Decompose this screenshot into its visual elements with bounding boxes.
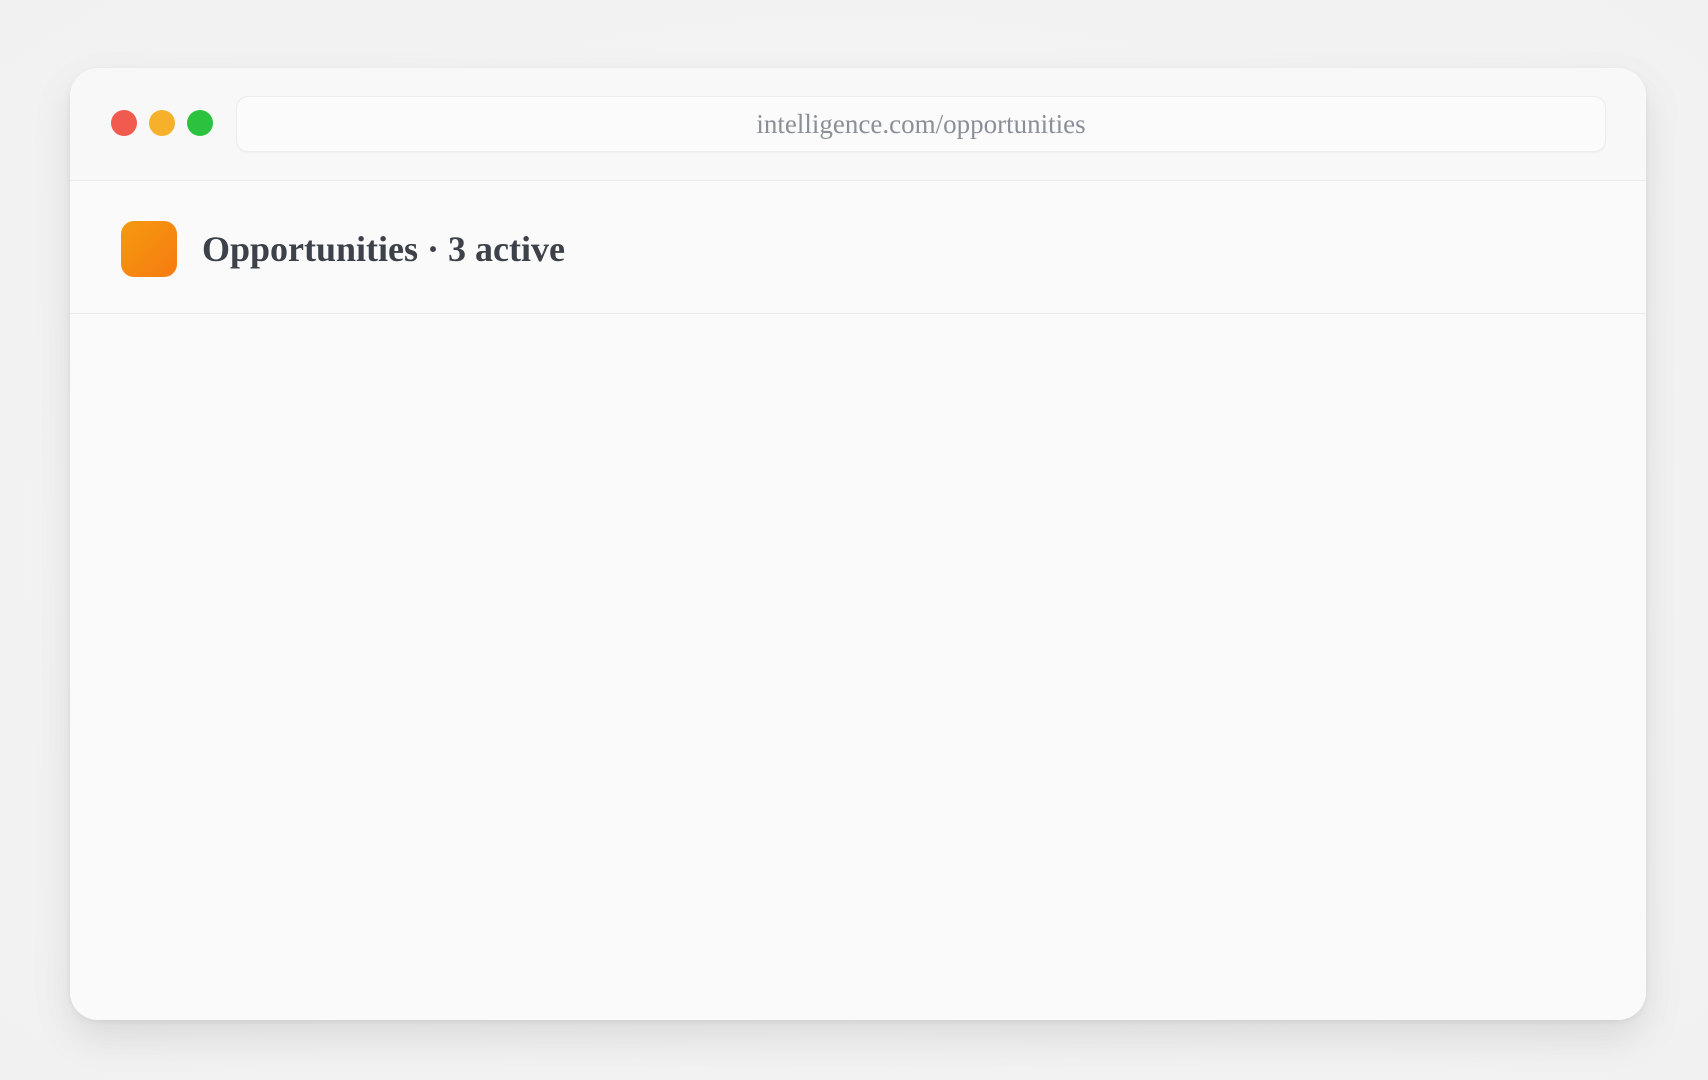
close-window-button[interactable] <box>111 110 137 136</box>
zoom-window-button[interactable] <box>187 110 213 136</box>
browser-titlebar: intelligence.com/opportunities <box>70 68 1646 181</box>
address-bar-url: intelligence.com/opportunities <box>756 108 1086 139</box>
minimize-window-button[interactable] <box>149 110 175 136</box>
main-content-area <box>70 314 1646 1020</box>
app-logo-icon <box>121 221 177 277</box>
backdrop: intelligence.com/opportunities Opportuni… <box>0 0 1708 1080</box>
browser-window: intelligence.com/opportunities Opportuni… <box>70 68 1646 1020</box>
page-header: Opportunities · 3 active <box>70 181 1646 314</box>
page-title: Opportunities · 3 active <box>202 229 565 269</box>
address-bar[interactable]: intelligence.com/opportunities <box>236 96 1606 152</box>
